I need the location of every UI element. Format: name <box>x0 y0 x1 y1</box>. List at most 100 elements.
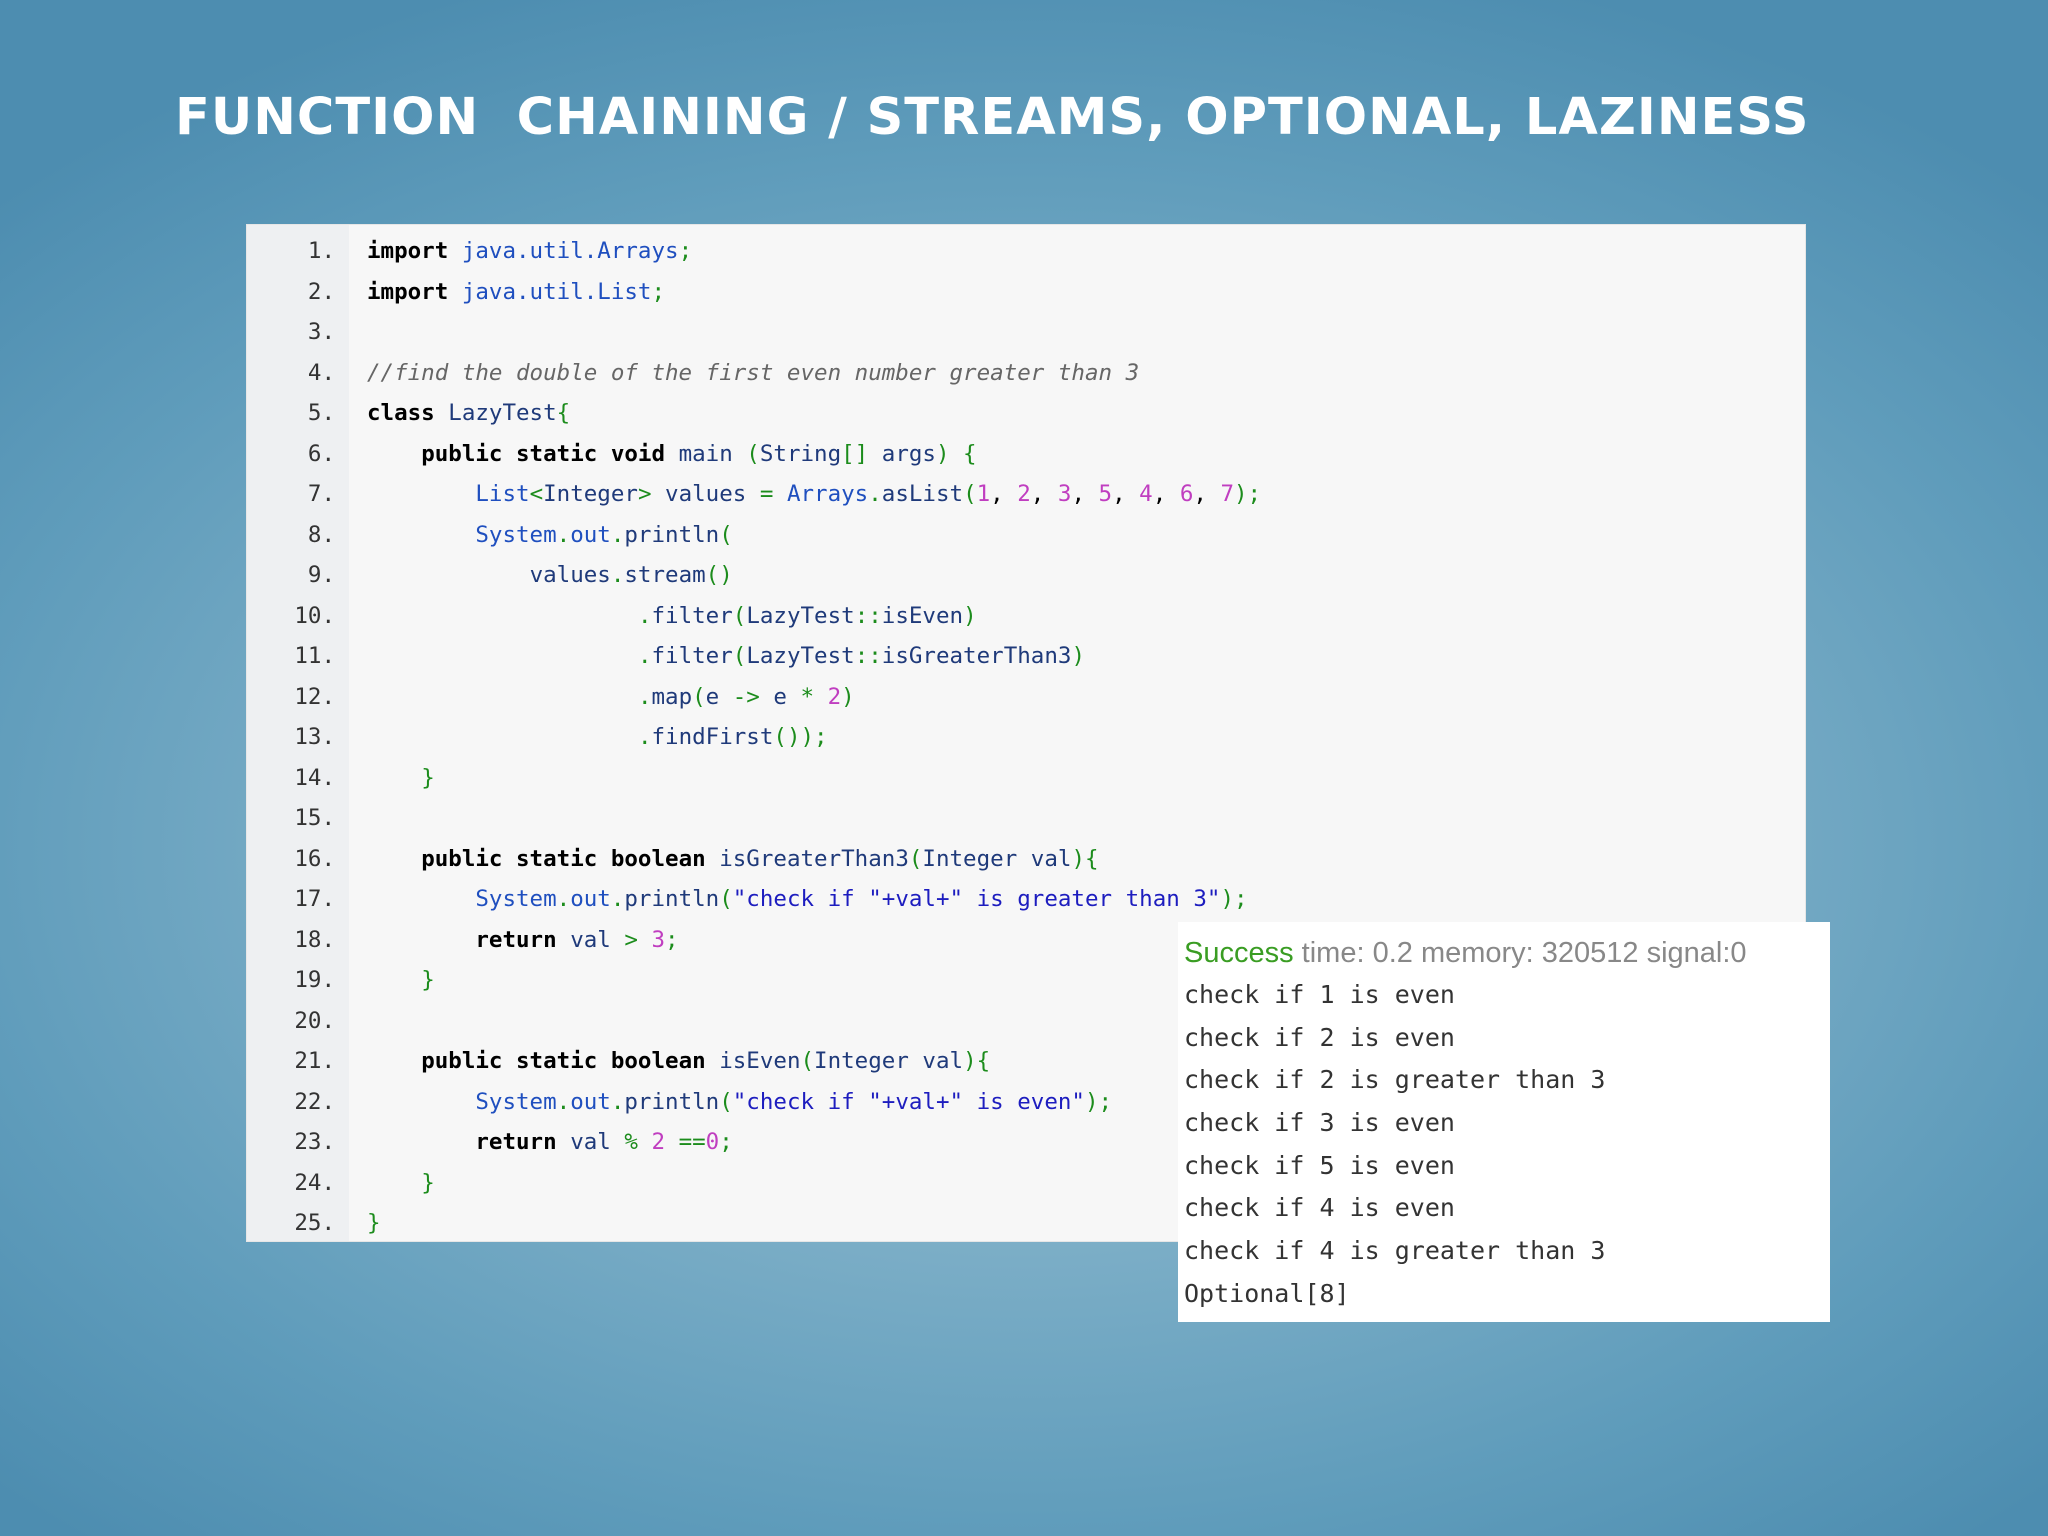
line-number: 22. <box>294 1088 335 1115</box>
line-number: 11. <box>294 643 335 669</box>
code-token: . <box>610 886 625 912</box>
code-token: ){ <box>963 1048 991 1074</box>
line-code: .filter(LazyTest::isGreaterThan3) <box>367 636 1085 677</box>
code-token: } <box>367 1210 381 1236</box>
code-token: System <box>475 521 557 548</box>
code-token: out <box>570 1088 611 1115</box>
code-token: String <box>759 440 842 467</box>
code-token: Integer <box>814 1048 909 1074</box>
status-line: Success time: 0.2 memory: 320512 signal:… <box>1184 932 1830 974</box>
code-token: . <box>556 886 571 912</box>
code-token: ( <box>732 440 760 467</box>
output-line: check if 5 is even <box>1184 1150 1455 1180</box>
code-token: = <box>746 481 787 507</box>
code-token: args <box>881 440 936 467</box>
code-line: 4. //find the double of the first even nu… <box>247 353 1805 394</box>
code-line: 10. .filter(LazyTest::isEven) <box>247 596 1805 637</box>
line-code: } <box>367 1203 381 1241</box>
code-token: 1 <box>976 481 991 507</box>
code-token: ()); <box>773 724 828 750</box>
line-number: 21. <box>294 1048 335 1074</box>
code-token: "check if "+val+" is greater than 3" <box>732 886 1221 912</box>
code-line: 1. import java.util.Arrays; <box>247 231 1805 272</box>
code-line: 6. public static void main (String[] arg… <box>247 434 1805 475</box>
code-line: 3. <box>247 312 1805 353</box>
line-number: 25. <box>294 1210 335 1236</box>
code-token: 3 <box>651 926 666 953</box>
code-token: ; <box>719 1129 733 1155</box>
code-token: , <box>1030 481 1058 507</box>
output-line: check if 2 is greater than 3 <box>1184 1065 1606 1095</box>
code-line: 7. List<Integer> values = Arrays.asList(… <box>247 474 1805 515</box>
code-token: asList <box>881 481 964 507</box>
status-details: time: 0.2 memory: 320512 signal:0 <box>1293 937 1747 969</box>
line-code: public static boolean isEven(Integer val… <box>367 1041 990 1082</box>
code-token: 2 <box>1017 481 1031 507</box>
code-line: 15. <box>247 798 1805 839</box>
code-token: ( <box>800 1048 815 1074</box>
code-token: 2 <box>827 683 842 710</box>
line-code: //find the double of the first even numb… <box>367 353 1139 394</box>
code-token: ) <box>1071 643 1085 669</box>
code-token: % <box>610 1129 652 1155</box>
code-line: 2. import java.util.List; <box>247 272 1805 313</box>
slide-title: FUNCTION CHAINING / STREAMS, OPTIONAL, L… <box>175 88 1810 147</box>
line-number: 3. <box>307 319 335 345</box>
line-number: 6. <box>307 440 335 467</box>
code-line: 5. class LazyTest{ <box>247 393 1805 434</box>
code-token: ( <box>719 1088 733 1115</box>
code-token: val <box>922 1048 964 1074</box>
code-token: isEven <box>719 1048 801 1074</box>
line-code: System.out.println("check if "+val+" is … <box>367 1082 1112 1123</box>
code-token: ( <box>732 643 747 669</box>
code-token: . <box>637 602 652 629</box>
code-token: class <box>367 400 435 426</box>
code-token: public static boolean <box>421 1048 706 1074</box>
output-panel: Success time: 0.2 memory: 320512 signal:… <box>1178 922 1830 1322</box>
code-token: "check if "+val+" is even" <box>732 1088 1085 1115</box>
code-token: return <box>475 1129 557 1155</box>
code-token: , <box>1071 481 1099 507</box>
code-token: val <box>570 926 611 953</box>
code-token: Integer <box>922 845 1018 872</box>
code-token: stream <box>624 562 706 588</box>
code-token: isGreaterThan3 <box>881 643 1072 669</box>
code-token: val <box>1030 845 1072 872</box>
code-token: . <box>556 521 571 548</box>
status-success-label: Success <box>1184 937 1294 969</box>
line-code: List<Integer> values = Arrays.asList(1, … <box>367 474 1261 515</box>
code-token: e <box>705 683 720 710</box>
code-token: out <box>570 521 611 548</box>
code-token: } <box>421 764 435 791</box>
line-code: } <box>367 1163 435 1204</box>
line-code: return val % 2 ==0; <box>367 1122 733 1163</box>
output-line: check if 3 is even <box>1184 1108 1455 1138</box>
code-line: 8. System.out.println( <box>247 515 1805 556</box>
code-token: , <box>1112 481 1140 507</box>
code-token: filter <box>651 643 733 669</box>
line-number: 16. <box>294 845 335 872</box>
line-code: .map(e -> e * 2) <box>367 677 855 718</box>
line-number: 23. <box>294 1129 335 1155</box>
code-token: values <box>529 562 611 588</box>
code-token: java.util.Arrays <box>461 238 679 264</box>
line-number: 13. <box>294 724 335 750</box>
code-token: System <box>475 1088 557 1115</box>
code-token: import <box>367 278 449 305</box>
code-token: java.util.List <box>461 278 652 305</box>
line-code: } <box>367 758 435 799</box>
line-code: System.out.println( <box>367 515 732 556</box>
code-line: 14. } <box>247 758 1805 799</box>
code-line: 9. values.stream() <box>247 555 1805 596</box>
